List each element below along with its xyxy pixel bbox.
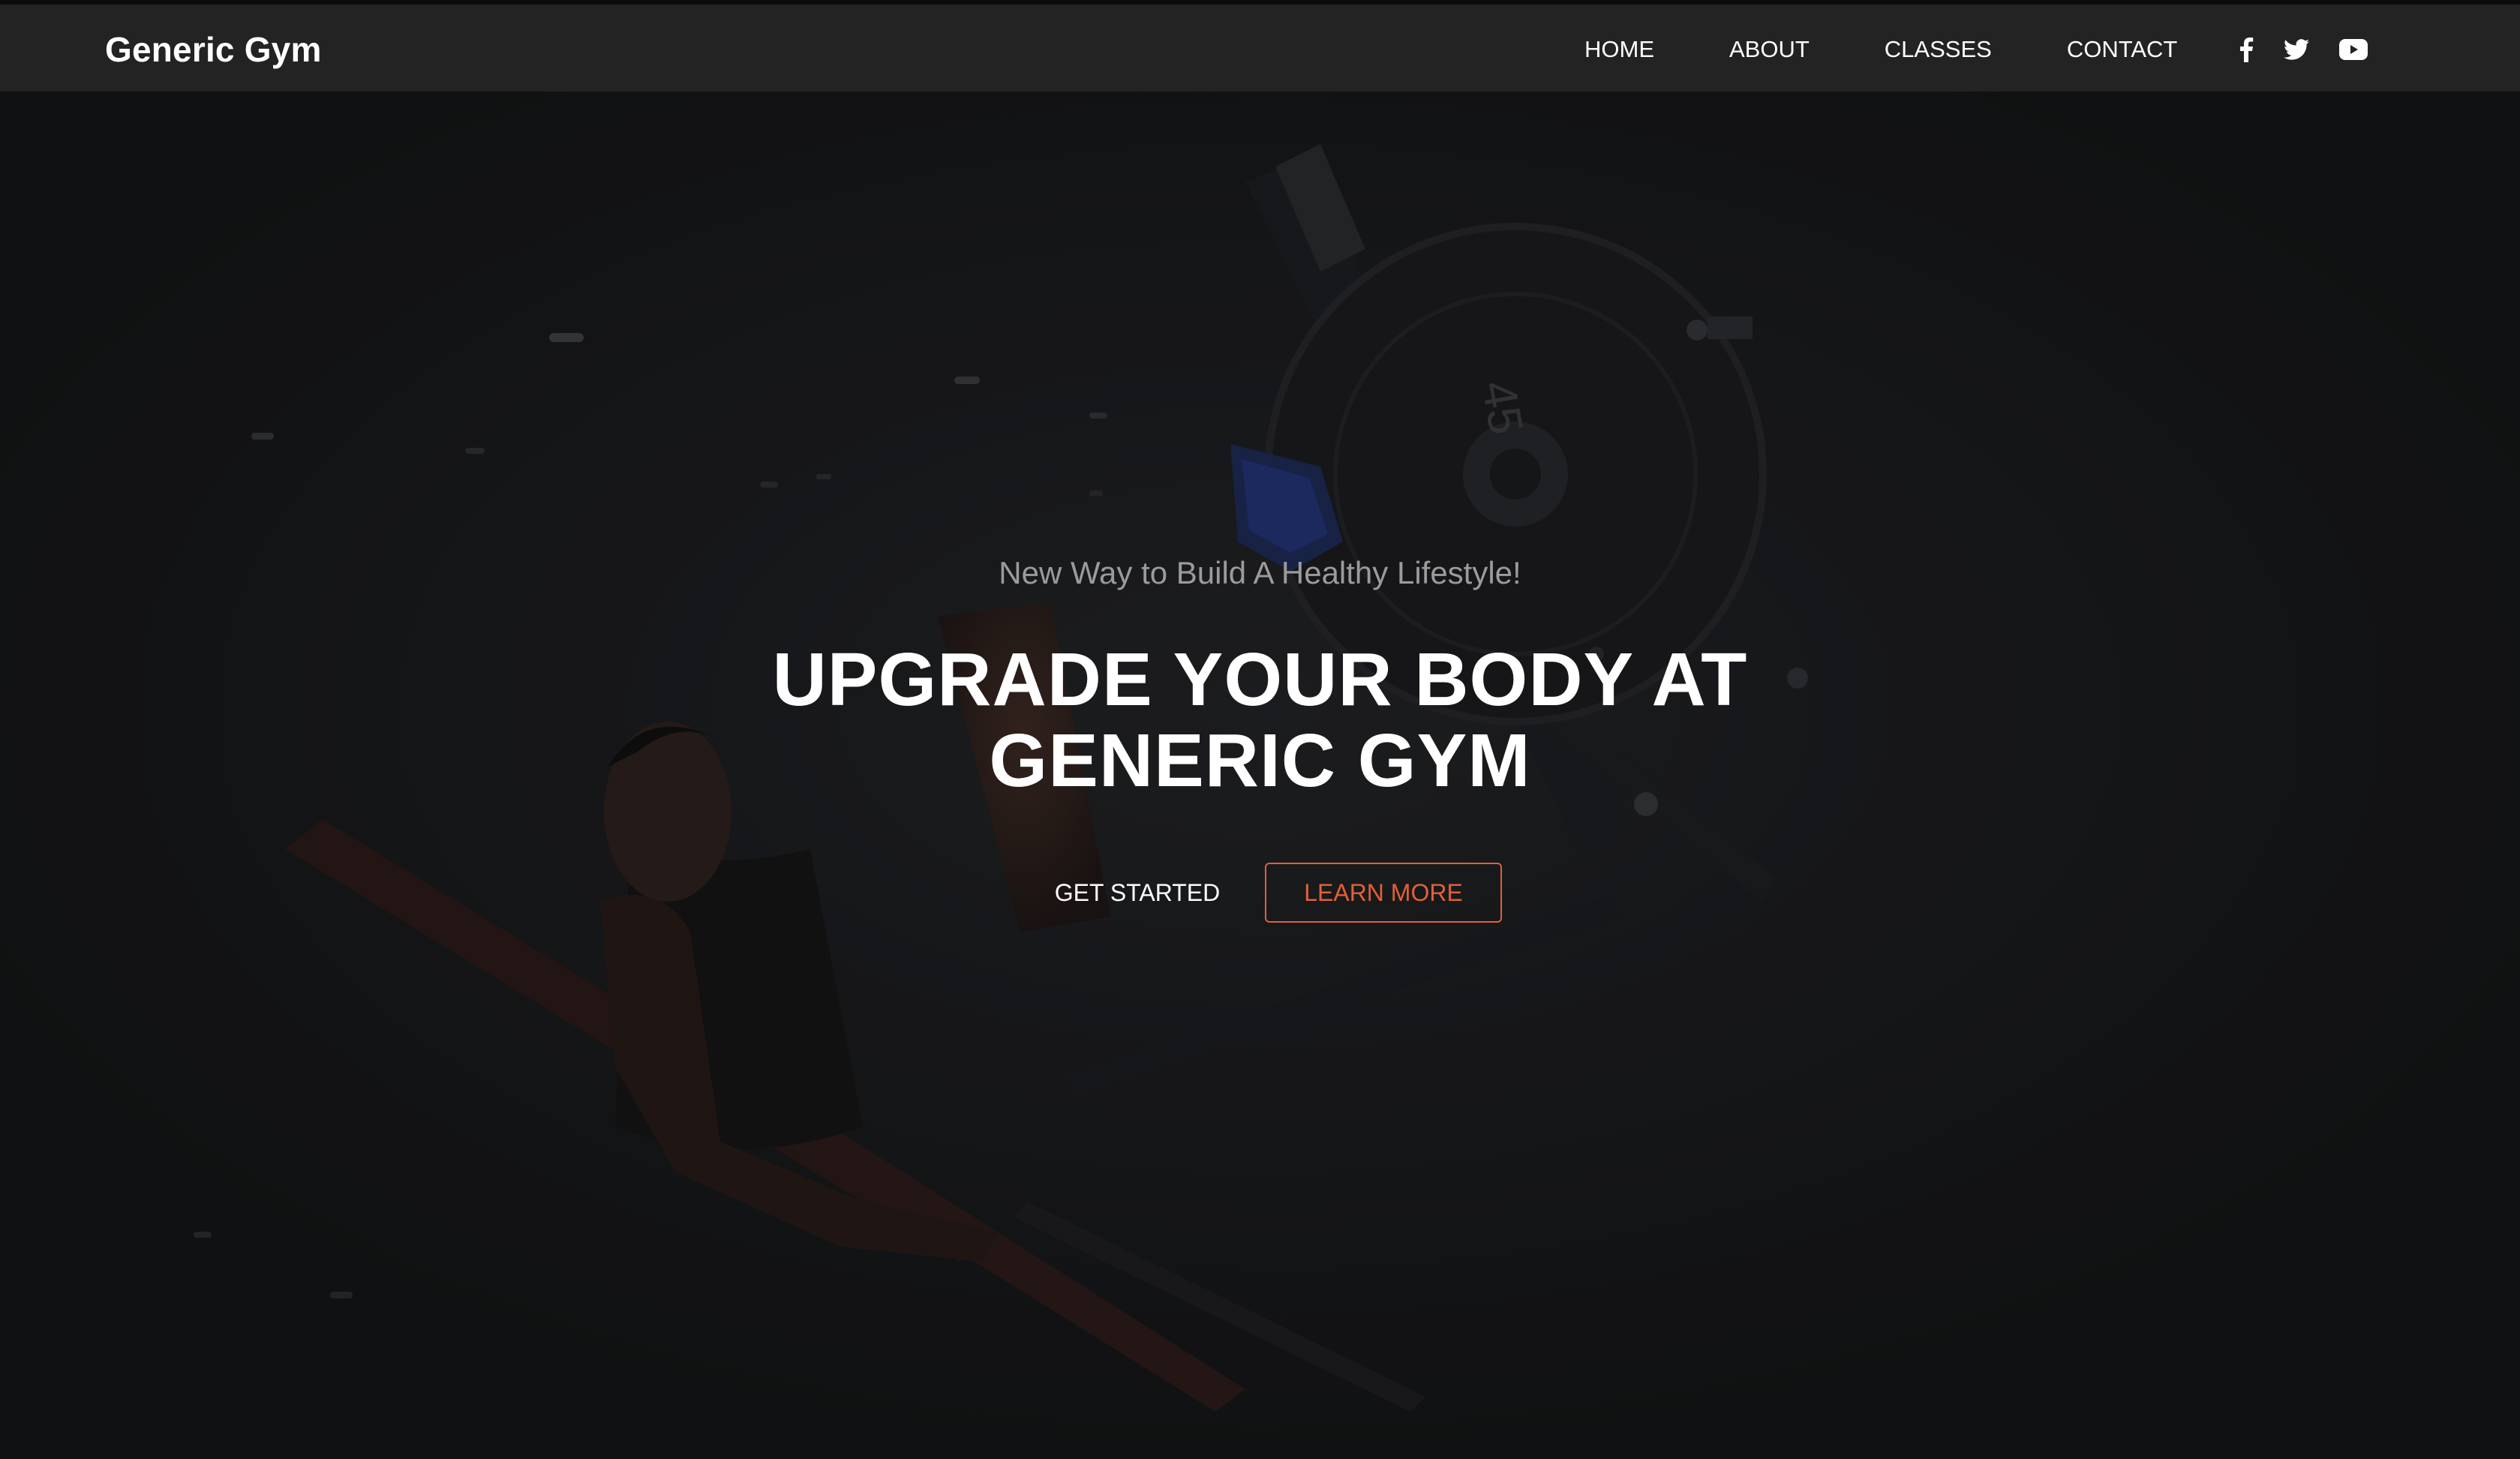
navbar: Generic Gym HOME ABOUT CLASSES CONTACT (0, 5, 2520, 92)
nav-item-classes[interactable]: CLASSES (1885, 32, 1992, 68)
hero-section: 45 New Way to Build A Healthy Lifestyle!… (0, 92, 2520, 1459)
hero-subtitle: New Way to Build A Healthy Lifestyle! (999, 555, 1521, 590)
nav-links: HOME ABOUT CLASSES CONTACT (1584, 32, 2177, 68)
hero-headline-line-1: UPGRADE YOUR BODY AT (772, 638, 1748, 722)
page: Generic Gym HOME ABOUT CLASSES CONTACT 4… (0, 0, 2520, 1459)
brand-logo[interactable]: Generic Gym (105, 29, 322, 71)
nav-item-about[interactable]: ABOUT (1729, 32, 1810, 68)
hero-headline-line-2: GENERIC GYM (989, 719, 1531, 803)
youtube-icon[interactable] (2339, 35, 2368, 65)
twitter-icon[interactable] (2284, 35, 2309, 65)
nav-item-contact[interactable]: CONTACT (2067, 32, 2178, 68)
learn-more-button[interactable]: LEARN MORE (1265, 863, 1502, 923)
hero-buttons: GET STARTED LEARN MORE (0, 863, 2520, 923)
facebook-icon[interactable] (2239, 35, 2254, 65)
hero-headline: UPGRADE YOUR BODY AT GENERIC GYM (0, 639, 2520, 801)
nav-item-home[interactable]: HOME (1584, 32, 1654, 68)
get-started-button[interactable]: GET STARTED (1035, 863, 1239, 923)
social-links (2239, 35, 2368, 65)
